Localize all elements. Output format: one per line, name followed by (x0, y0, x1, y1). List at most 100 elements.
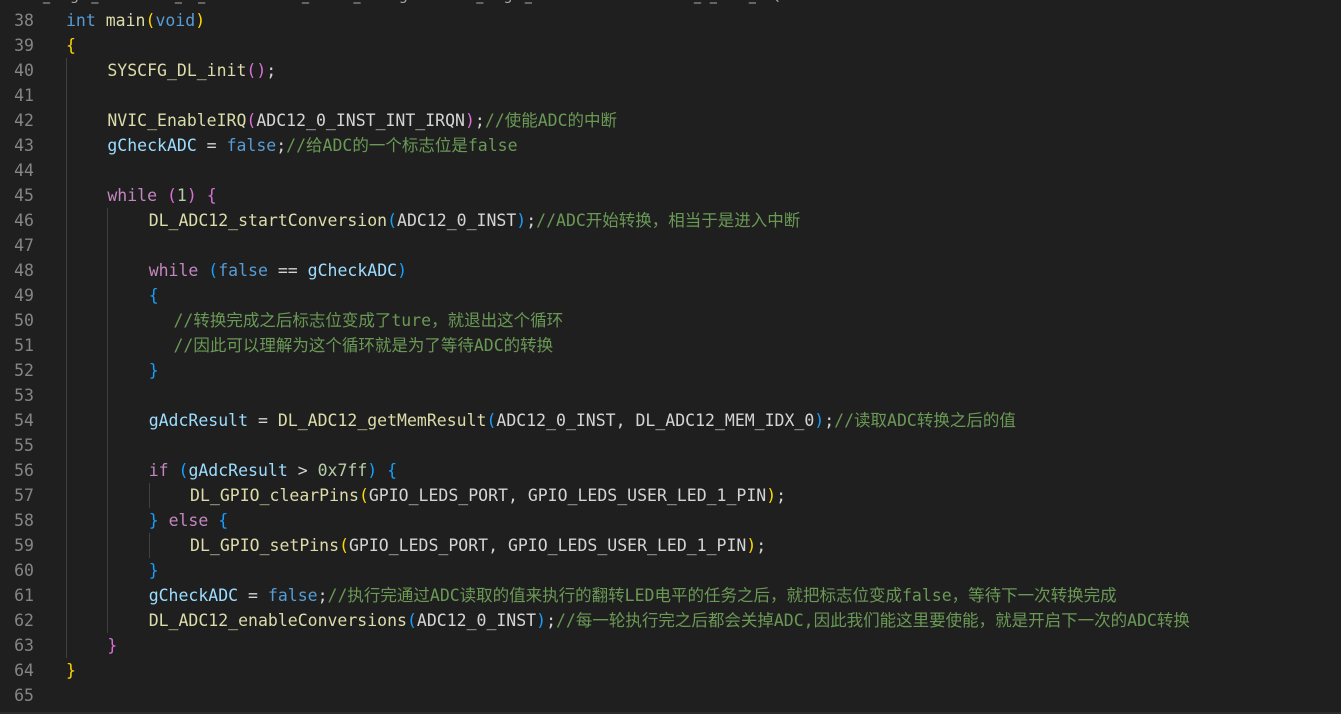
code-token: ( (166, 186, 177, 205)
line-number: 65 (14, 686, 34, 705)
code-line[interactable]: 40 SYSCFG_DL_init(); (0, 58, 1341, 83)
code-token: ) (814, 411, 825, 430)
line-number: 46 (14, 211, 34, 230)
code-line[interactable]: 50 //转换完成之后标志位变成了ture，就退出这个循环 (0, 308, 1341, 333)
breadcrumb-item[interactable]: ADC12_0_INST_IRQHandler (646, 0, 836, 4)
code-line[interactable]: 43 gCheckADC = false;//给ADC的一个标志位是false (0, 133, 1341, 158)
code-token: SYSCFG_DL_init (107, 61, 247, 80)
code-line[interactable]: 49 { (0, 283, 1341, 308)
code-text: } (107, 633, 117, 658)
code-text: while (1) { (107, 183, 216, 208)
breadcrumb-item[interactable]: adc12_single_conversion.c (433, 0, 620, 4)
indent-guide (66, 633, 67, 658)
code-line[interactable]: 59 DL_GPIO_setPins(GPIO_LEDS_PORT, GPIO_L… (0, 533, 1341, 558)
code-line[interactable]: 45 while (1) { (0, 183, 1341, 208)
breadcrumb-item[interactable]: adc12_single_conversion_LP_MSPM0G3507_no… (0, 0, 408, 4)
code-line[interactable]: 62 DL_ADC12_enableConversions(ADC12_0_INS… (0, 608, 1341, 633)
breadcrumb-separator-icon: › (630, 0, 636, 4)
code-token: GPIO_LEDS_PORT, GPIO_LEDS_USER_LED_1_PIN (368, 486, 767, 505)
code-token: //ADC开始转换，相当于是进入中断 (536, 211, 801, 230)
code-token: ) (464, 111, 475, 130)
code-line[interactable]: 63} (0, 633, 1341, 658)
code-token: = (196, 136, 227, 155)
code-token: while (148, 261, 199, 280)
code-token: //每一轮执行完之后都会关掉ADC,因此我们能这里要使能，就是开启下一次的ADC… (556, 611, 1190, 630)
line-number: 47 (14, 236, 34, 255)
line-number: 58 (14, 511, 34, 530)
code-line[interactable]: 54 gAdcResult = DL_ADC12_getMemResult(ADC… (0, 408, 1341, 433)
code-token: DL_ADC12_enableConversions (148, 611, 407, 630)
code-editor[interactable]: 38 int main(void) 39{40 SYSCFG_DL_init(); 41… (0, 8, 1341, 708)
indent-guide (66, 433, 67, 458)
code-line[interactable]: 47 (0, 233, 1341, 258)
line-number: 51 (14, 336, 34, 355)
indent-guide (66, 158, 67, 183)
line-number: 59 (14, 536, 34, 555)
code-line[interactable]: 51 //因此可以理解为这个循环就是为了等待ADC的转换 (0, 333, 1341, 358)
code-token: = (248, 411, 278, 430)
line-number: 55 (14, 436, 34, 455)
code-line[interactable]: 65 (0, 683, 1341, 708)
code-token: ) (367, 461, 378, 480)
code-token: ( (339, 536, 349, 555)
code-token: ADC12_0_INST (416, 611, 537, 630)
code-line[interactable]: 48 while (false == gCheckADC) (0, 258, 1341, 283)
code-text: NVIC_EnableIRQ(ADC12_0_INST_INT_IRQN);//… (107, 108, 617, 133)
code-text: { (66, 33, 76, 58)
indent-guide (107, 533, 109, 558)
code-token: == (267, 261, 308, 280)
line-number: 60 (14, 561, 34, 580)
indent-guide (107, 258, 109, 283)
code-text: while (false == gCheckADC) (149, 258, 407, 283)
code-token: } (148, 511, 159, 530)
code-line[interactable]: 57 DL_GPIO_clearPins(GPIO_LEDS_PORT, GPIO… (0, 483, 1341, 508)
code-line[interactable]: 61 gCheckADC = false;//执行完通过ADC读取的值来执行的翻转… (0, 583, 1341, 608)
code-token: false (226, 136, 277, 155)
code-line[interactable]: 52} (0, 358, 1341, 383)
indent-guide (66, 333, 67, 358)
code-line[interactable]: 53 (0, 383, 1341, 408)
code-line[interactable]: 64} (0, 658, 1341, 683)
code-token: ) (746, 536, 757, 555)
code-text: } (149, 358, 159, 383)
indent-guide (107, 283, 109, 308)
code-line[interactable]: 60} (0, 558, 1341, 583)
code-token: ( (178, 461, 189, 480)
code-token: { (387, 461, 398, 480)
code-line[interactable]: 39 { (0, 33, 1341, 58)
indent-guide (107, 233, 109, 258)
indent-guide (66, 458, 67, 483)
indent-guide (66, 183, 67, 208)
line-number: 54 (14, 411, 34, 430)
code-line[interactable]: 56 if (gAdcResult > 0x7ff) { (0, 458, 1341, 483)
indent-guide (107, 383, 109, 408)
code-token: ( (406, 611, 417, 630)
code-line[interactable]: 55 (0, 433, 1341, 458)
code-line[interactable]: 41 (0, 83, 1341, 108)
line-number: 42 (14, 111, 34, 130)
indent-guide (148, 483, 150, 508)
indent-guide (66, 608, 67, 633)
code-token: DL_GPIO_clearPins (190, 486, 359, 505)
breadcrumb-item[interactable]: ... (862, 0, 875, 4)
code-text: gCheckADC = false;//执行完通过ADC读取的值来执行的翻转LE… (149, 583, 1117, 608)
indent-guide (66, 583, 67, 608)
line-number: 43 (14, 136, 34, 155)
code-token: int (66, 11, 96, 30)
code-line[interactable]: 42 NVIC_EnableIRQ(ADC12_0_INST_INT_IRQN);… (0, 108, 1341, 133)
indent-guide (66, 83, 67, 108)
code-line[interactable]: 46 DL_ADC12_startConversion(ADC12_0_INST)… (0, 208, 1341, 233)
breadcrumb[interactable]: adc12_single_conversion_LP_MSPM0G3507_no… (0, 0, 1341, 8)
indent-guide (66, 383, 67, 408)
code-text: if (gAdcResult > 0x7ff) { (149, 458, 397, 483)
code-line[interactable]: 38 int main(void) (0, 8, 1341, 33)
code-line[interactable]: 44 (0, 158, 1341, 183)
code-line[interactable]: 58} else { (0, 508, 1341, 533)
code-token: ) (186, 186, 197, 205)
code-token: ; (317, 586, 328, 605)
line-number: 63 (14, 636, 34, 655)
code-token: ; (266, 61, 277, 80)
code-token: ADC12_0_INST, DL_ADC12_MEM_IDX_0 (496, 411, 815, 430)
